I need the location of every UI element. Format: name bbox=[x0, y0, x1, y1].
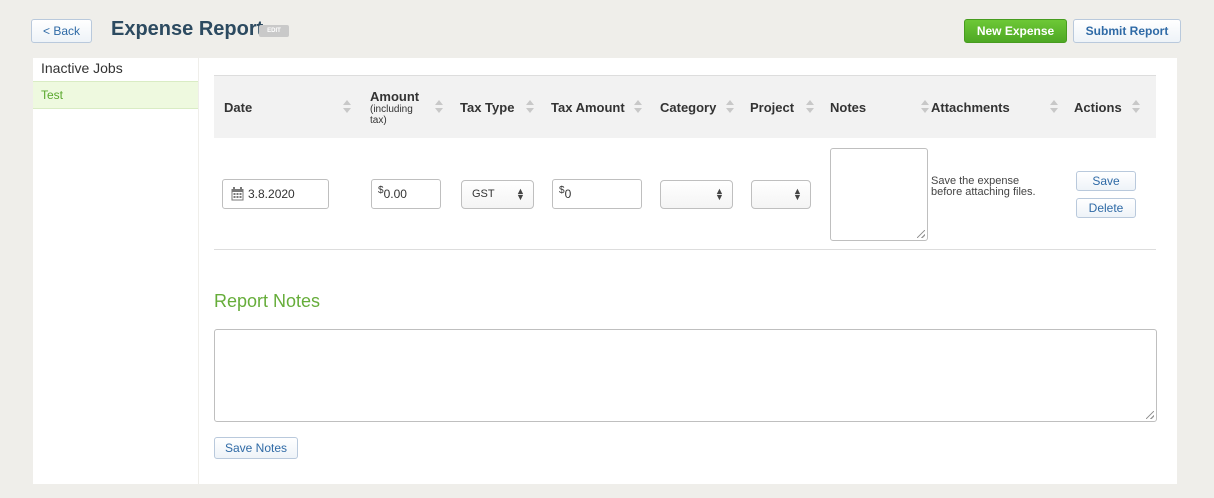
date-input[interactable]: 3.8.2020 bbox=[222, 179, 329, 209]
column-header-notes[interactable]: Notes bbox=[830, 76, 866, 139]
sort-icon[interactable] bbox=[1132, 100, 1140, 114]
select-chevron-icon: ▲ ▼ bbox=[715, 186, 724, 202]
column-label: Date bbox=[224, 100, 253, 115]
sort-icon[interactable] bbox=[1050, 100, 1058, 114]
select-chevron-icon: ▲ ▼ bbox=[516, 186, 525, 202]
category-select[interactable]: ▲ ▼ bbox=[660, 180, 733, 209]
main-panel: Date Amount (including tax) Tax Type Tax… bbox=[199, 58, 1177, 484]
column-sublabel: (including tax) bbox=[370, 104, 413, 126]
sidebar-item-inactive-jobs[interactable]: Inactive Jobs bbox=[33, 58, 198, 81]
column-header-date[interactable]: Date bbox=[224, 76, 252, 139]
currency-symbol: $ bbox=[559, 185, 565, 196]
column-label: Tax Amount bbox=[551, 100, 625, 115]
project-select[interactable]: ▲ ▼ bbox=[751, 180, 811, 209]
select-chevron-icon: ▲ ▼ bbox=[793, 186, 802, 202]
sort-icon[interactable] bbox=[726, 100, 734, 114]
column-label: Amount bbox=[370, 89, 420, 104]
tax-type-value: GST bbox=[472, 188, 495, 200]
save-notes-button[interactable]: Save Notes bbox=[214, 437, 298, 459]
column-header-actions[interactable]: Actions bbox=[1074, 76, 1122, 139]
column-label: Actions bbox=[1074, 100, 1122, 115]
sidebar-item-label: Test bbox=[41, 88, 64, 102]
report-notes-textarea[interactable] bbox=[214, 329, 1157, 422]
date-value: 3.8.2020 bbox=[248, 187, 295, 201]
new-expense-button[interactable]: New Expense bbox=[964, 19, 1067, 43]
table-row: 3.8.2020 $0.00 GST ▲ ▼ $0 ▲ ▼ ▲ ▼ Save the … bbox=[214, 138, 1156, 250]
tax-amount-value: 0 bbox=[564, 187, 572, 201]
sidebar-item-test[interactable]: Test bbox=[33, 81, 198, 109]
sort-icon[interactable] bbox=[343, 100, 351, 114]
resize-handle-icon[interactable] bbox=[917, 230, 925, 238]
column-header-tax-amount[interactable]: Tax Amount bbox=[551, 76, 625, 139]
delete-expense-button[interactable]: Delete bbox=[1076, 198, 1136, 218]
calendar-icon bbox=[231, 186, 244, 201]
column-label: Project bbox=[750, 100, 795, 115]
notes-textarea[interactable] bbox=[830, 148, 928, 241]
sort-icon[interactable] bbox=[634, 100, 642, 114]
column-header-tax-type[interactable]: Tax Type bbox=[460, 76, 514, 139]
currency-symbol: $ bbox=[378, 185, 384, 196]
column-label: Tax Type bbox=[460, 100, 515, 115]
sidebar-item-label: Inactive Jobs bbox=[41, 60, 123, 76]
column-label: Category bbox=[660, 100, 717, 115]
tax-type-select[interactable]: GST ▲ ▼ bbox=[461, 180, 534, 209]
column-header-attachments[interactable]: Attachments bbox=[931, 76, 1010, 139]
resize-handle-icon[interactable] bbox=[1146, 411, 1154, 419]
tax-amount-input[interactable]: $0 bbox=[552, 179, 642, 209]
submit-report-button[interactable]: Submit Report bbox=[1073, 19, 1181, 43]
amount-input[interactable]: $0.00 bbox=[371, 179, 441, 209]
column-header-category[interactable]: Category bbox=[660, 76, 716, 139]
sidebar: Inactive Jobs Test bbox=[33, 58, 198, 484]
sort-icon[interactable] bbox=[921, 100, 929, 114]
table-header: Date Amount (including tax) Tax Type Tax… bbox=[214, 75, 1156, 138]
column-header-project[interactable]: Project bbox=[750, 76, 794, 139]
edit-badge[interactable]: EDIT bbox=[259, 25, 289, 37]
page-title: Expense Report bbox=[111, 18, 264, 40]
column-label: Notes bbox=[830, 100, 867, 115]
report-notes-title: Report Notes bbox=[214, 291, 321, 311]
save-expense-button[interactable]: Save bbox=[1076, 171, 1136, 191]
attachments-note: Save the expense before attaching files. bbox=[931, 175, 1036, 198]
sort-icon[interactable] bbox=[435, 100, 443, 114]
back-button[interactable]: < Back bbox=[31, 19, 92, 43]
column-label: Attachments bbox=[931, 100, 1010, 115]
sort-icon[interactable] bbox=[806, 100, 814, 114]
column-header-amount[interactable]: Amount (including tax) bbox=[370, 76, 420, 139]
top-bar: < Back Expense Report EDIT New Expense S… bbox=[0, 0, 1214, 58]
sort-icon[interactable] bbox=[526, 100, 534, 114]
amount-value: 0.00 bbox=[383, 187, 407, 201]
